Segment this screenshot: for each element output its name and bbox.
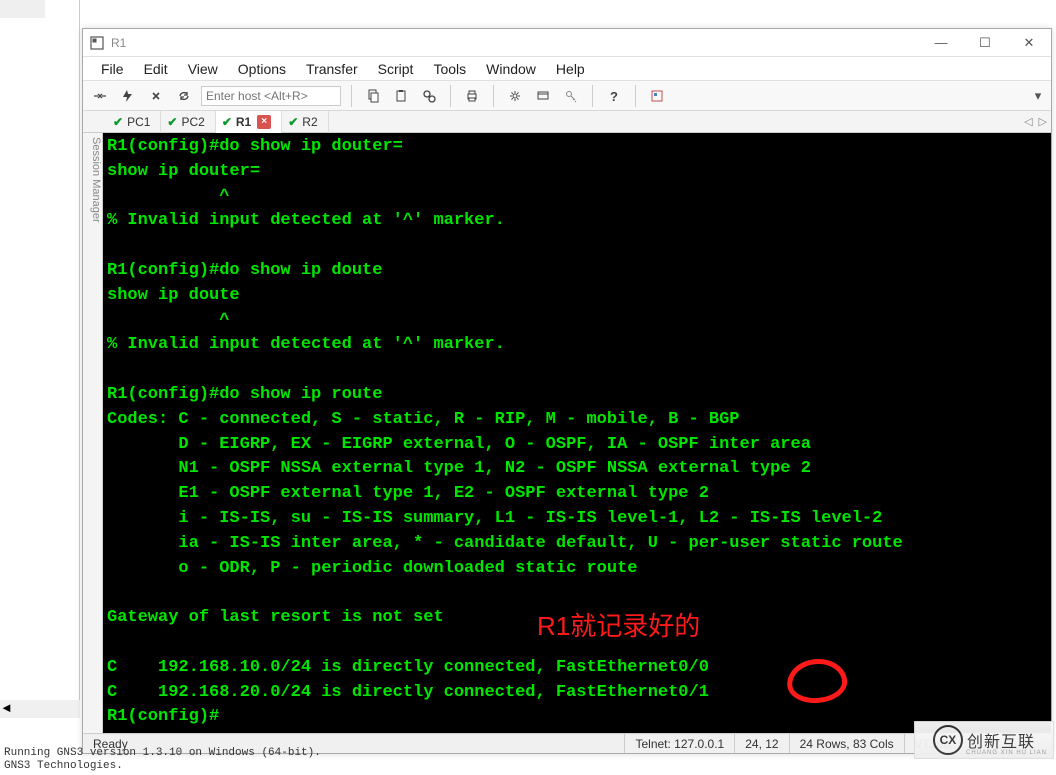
menu-script[interactable]: Script (368, 57, 424, 81)
tab-label: PC2 (181, 115, 204, 129)
tabbar: ✔ PC1 ✔ PC2 ✔ R1 × ✔ R2 ◁ ▷ (83, 111, 1051, 133)
copy-icon[interactable] (362, 85, 384, 107)
tab-next-icon[interactable]: ▷ (1039, 115, 1047, 128)
footer-line: Running GNS3 version 1.3.10 on Windows (… (4, 747, 321, 760)
host-input[interactable] (201, 86, 341, 106)
print-icon[interactable] (461, 85, 483, 107)
minimize-button[interactable]: — (919, 29, 963, 57)
menu-edit[interactable]: Edit (134, 57, 178, 81)
tab-pc2[interactable]: ✔ PC2 (161, 111, 215, 133)
window-title: R1 (111, 36, 919, 50)
toolbar-separator (635, 85, 636, 107)
extra-icon[interactable] (646, 85, 668, 107)
settings-icon[interactable] (504, 85, 526, 107)
paste-icon[interactable] (390, 85, 412, 107)
toolbar-dropdown-icon[interactable]: ▾ (1031, 88, 1045, 104)
quick-connect-icon[interactable] (117, 85, 139, 107)
menu-transfer[interactable]: Transfer (296, 57, 368, 81)
check-icon: ✔ (288, 115, 298, 129)
menu-tools[interactable]: Tools (423, 57, 476, 81)
app-icon (89, 35, 105, 51)
disconnect-icon[interactable] (145, 85, 167, 107)
status-size: 24 Rows, 83 Cols (790, 734, 905, 753)
toolbar: ? ▾ (83, 81, 1051, 111)
close-button[interactable]: ✕ (1007, 29, 1051, 57)
terminal[interactable]: R1(config)#do show ip douter= show ip do… (103, 133, 1051, 733)
tab-r1[interactable]: ✔ R1 × (216, 111, 282, 133)
menu-file[interactable]: File (91, 57, 134, 81)
tab-prev-icon[interactable]: ◁ (1024, 115, 1032, 128)
find-icon[interactable] (418, 85, 440, 107)
main-area: Session Manager R1(config)#do show ip do… (83, 133, 1051, 733)
check-icon: ✔ (167, 115, 177, 129)
session-manager-panel[interactable]: Session Manager (83, 133, 103, 733)
background-scrollbar[interactable]: ◄ (0, 700, 80, 718)
status-cursor-pos: 24, 12 (735, 734, 789, 753)
help-icon[interactable]: ? (603, 85, 625, 107)
watermark-text: 创新互联 (967, 728, 1035, 752)
menu-options[interactable]: Options (228, 57, 296, 81)
toolbar-separator (592, 85, 593, 107)
maximize-button[interactable]: ☐ (963, 29, 1007, 57)
menubar: File Edit View Options Transfer Script T… (83, 57, 1051, 81)
toolbar-separator (450, 85, 451, 107)
footer-text: Running GNS3 version 1.3.10 on Windows (… (4, 747, 321, 773)
close-tab-icon[interactable]: × (257, 115, 271, 129)
connect-icon[interactable] (89, 85, 111, 107)
tab-label: R2 (302, 115, 317, 129)
background-panel (0, 0, 80, 712)
toolbar-separator (493, 85, 494, 107)
session-icon[interactable] (532, 85, 554, 107)
footer-line: GNS3 Technologies. (4, 760, 321, 773)
titlebar[interactable]: R1 — ☐ ✕ (83, 29, 1051, 57)
tab-r2[interactable]: ✔ R2 (282, 111, 328, 133)
toolbar-separator (351, 85, 352, 107)
menu-view[interactable]: View (178, 57, 228, 81)
watermark-sub: CHUANG XIN HU LIAN (966, 750, 1047, 756)
reconnect-icon[interactable] (173, 85, 195, 107)
app-window: R1 — ☐ ✕ File Edit View Options Transfer… (82, 28, 1052, 754)
tab-label: PC1 (127, 115, 150, 129)
key-icon[interactable] (560, 85, 582, 107)
menu-window[interactable]: Window (476, 57, 546, 81)
check-icon: ✔ (113, 115, 123, 129)
status-telnet: Telnet: 127.0.0.1 (625, 734, 735, 753)
background-panel-header (0, 0, 45, 18)
tab-pc1[interactable]: ✔ PC1 (107, 111, 161, 133)
svg-text:?: ? (610, 89, 618, 103)
tab-label: R1 (236, 115, 251, 129)
menu-help[interactable]: Help (546, 57, 595, 81)
check-icon: ✔ (222, 115, 232, 129)
